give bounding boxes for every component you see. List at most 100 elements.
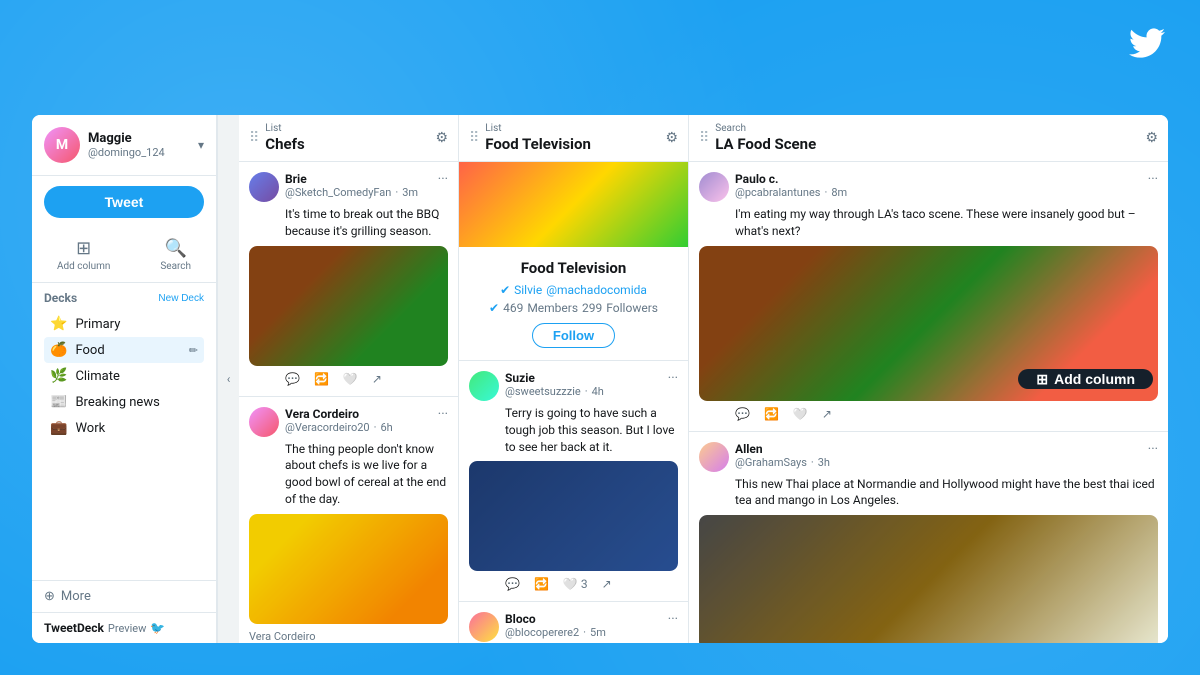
new-deck-button[interactable]: New Deck <box>158 293 204 304</box>
tweet-allen-image <box>699 515 1158 643</box>
tweet-allen: Allen @GrahamSays · 3h ··· This new Thai… <box>689 432 1168 643</box>
tweet-paulo-name: Paulo c. <box>735 172 847 186</box>
tweet-brie-timestamp: 3m <box>402 186 418 199</box>
chevron-down-icon[interactable]: ▾ <box>198 138 204 152</box>
deck-item-climate[interactable]: 🌿 Climate <box>44 363 204 389</box>
sidebar: M Maggie @domingo_124 ▾ Tweet ⊞ Add colu… <box>32 115 217 643</box>
add-column-icon: ⊞ <box>76 238 91 259</box>
tweet-brie-name: Brie <box>285 172 418 186</box>
food-icon: 🍊 <box>50 342 67 358</box>
tweet-button[interactable]: Tweet <box>44 186 204 218</box>
tweet-vera-attribution: Vera Cordeiro <box>249 630 448 643</box>
search-nav-item[interactable]: 🔍 Search <box>152 234 199 276</box>
drag-handle-icon[interactable]: ⠿ <box>249 130 259 146</box>
tweet-bloco-header: Bloco @blocoperere2 · 5m ··· <box>469 612 678 642</box>
tweetdeck-bird-icon: 🐦 <box>150 621 165 635</box>
reply-action[interactable]: 💬 <box>285 372 300 386</box>
tweet-suzie-timestamp: 4h <box>592 385 604 398</box>
retweet-action-paulo[interactable]: 🔁 <box>764 407 779 421</box>
column-chefs: ⠿ List Chefs ⚙ Brie <box>239 115 459 643</box>
tweet-vera-header: Vera Cordeiro @Veracordeiro20 · 6h ··· <box>249 407 448 437</box>
reply-action-suzie[interactable]: 💬 <box>505 577 520 591</box>
tweetdeck-preview: Preview <box>108 622 146 635</box>
like-action-paulo[interactable]: 🤍 <box>793 407 808 421</box>
column-food-television: ⠿ List Food Television ⚙ Food Television… <box>459 115 689 643</box>
share-action-paulo[interactable]: ↗ <box>822 407 832 421</box>
tweetdeck-footer: TweetDeck Preview 🐦 <box>32 612 216 643</box>
members-count: 469 <box>503 301 523 315</box>
tweet-suzie-text: Terry is going to have such a tough job … <box>469 405 678 455</box>
decks-label: Decks <box>44 291 77 305</box>
tweet-allen-more-icon[interactable]: ··· <box>1148 442 1158 457</box>
add-column-button[interactable]: ⊞ Add column <box>1018 369 1153 389</box>
column-chefs-header-left: ⠿ List Chefs <box>249 123 305 153</box>
avatar-vera <box>249 407 279 437</box>
decks-section: Decks New Deck ⭐ Primary 🍊 Food ✏ 🌿 Clim… <box>32 283 216 580</box>
tweet-suzie-image <box>469 461 678 571</box>
tweet-suzie-more-icon[interactable]: ··· <box>668 371 678 386</box>
deck-item-food[interactable]: 🍊 Food ✏ <box>44 337 204 363</box>
tweet-vera-handle: @Veracordeiro20 <box>285 421 370 434</box>
tweet-bloco-more-icon[interactable]: ··· <box>668 612 678 627</box>
add-column-nav-item[interactable]: ⊞ Add column <box>49 234 118 276</box>
tweet-vera-text: The thing people don't know about chefs … <box>249 441 448 508</box>
drag-handle-food-tv-icon[interactable]: ⠿ <box>469 130 479 146</box>
like-action[interactable]: 🤍 <box>343 372 358 386</box>
column-la-header: ⠿ Search LA Food Scene ⚙ <box>689 115 1168 162</box>
work-icon: 💼 <box>50 420 67 436</box>
like-action-suzie[interactable]: 🤍 3 <box>563 577 588 591</box>
column-type-search: Search <box>715 123 816 134</box>
user-profile-area[interactable]: M Maggie @domingo_124 <box>44 127 165 163</box>
more-section[interactable]: ⊕ More <box>32 580 216 612</box>
tweet-brie-more-icon[interactable]: ··· <box>438 172 448 187</box>
add-column-btn-label: Add column <box>1054 371 1135 387</box>
share-action[interactable]: ↗ <box>372 372 382 386</box>
column-food-tv-content: Suzie @sweetsuzzzie · 4h ··· Terry is go… <box>459 361 688 643</box>
tweet-brie-image <box>249 246 448 366</box>
column-settings-la-icon[interactable]: ⚙ <box>1145 130 1158 146</box>
tweet-paulo-header: Paulo c. @pcabralantunes · 8m ··· <box>699 172 1158 202</box>
tweet-allen-timestamp: 3h <box>818 456 830 469</box>
tweet-vera-more-icon[interactable]: ··· <box>438 407 448 422</box>
tweet-vera-image <box>249 514 448 624</box>
column-la-header-left: ⠿ Search LA Food Scene <box>699 123 816 153</box>
follow-button[interactable]: Follow <box>532 323 615 348</box>
column-food-tv-header-left: ⠿ List Food Television <box>469 123 591 153</box>
deck-item-work[interactable]: 💼 Work <box>44 415 204 441</box>
deck-label-food: Food <box>75 343 104 358</box>
tweet-paulo: Paulo c. @pcabralantunes · 8m ··· I'm ea… <box>689 162 1168 432</box>
tweet-paulo-more-icon[interactable]: ··· <box>1148 172 1158 187</box>
star-icon: ⭐ <box>50 316 67 332</box>
tweet-brie-header: Brie @Sketch_ComedyFan · 3m ··· <box>249 172 448 202</box>
column-settings-food-tv-icon[interactable]: ⚙ <box>665 130 678 146</box>
retweet-action-suzie[interactable]: 🔁 <box>534 577 549 591</box>
column-chefs-content: Brie @Sketch_ComedyFan · 3m ··· It's tim… <box>239 162 458 643</box>
food-tv-header-image <box>459 162 688 247</box>
list-popup-stats: ✔ 469 Members 299 Followers <box>471 301 676 315</box>
share-action-suzie[interactable]: ↗ <box>602 577 612 591</box>
followers-label: Followers <box>606 301 658 315</box>
twitter-logo <box>1129 25 1165 70</box>
deck-item-breaking-news[interactable]: 📰 Breaking news <box>44 389 204 415</box>
column-settings-icon[interactable]: ⚙ <box>435 130 448 146</box>
list-owner-handle: @machadocomida <box>546 283 647 297</box>
list-popup-name: Food Television <box>471 259 676 277</box>
tweet-allen-user: Allen @GrahamSays · 3h <box>699 442 830 472</box>
tweet-paulo-timestamp: 8m <box>831 186 847 199</box>
sidebar-collapse-button[interactable]: ‹ <box>217 115 239 643</box>
deck-label-breaking-news: Breaking news <box>75 395 159 410</box>
drag-handle-la-icon[interactable]: ⠿ <box>699 130 709 146</box>
tweet-allen-name: Allen <box>735 442 830 456</box>
tweet-paulo-handle: @pcabralantunes <box>735 186 820 199</box>
tweet-allen-handle: @GrahamSays <box>735 456 807 469</box>
avatar: M <box>44 127 80 163</box>
reply-action-paulo[interactable]: 💬 <box>735 407 750 421</box>
tweet-brie-actions: 💬 🔁 🤍 ↗ <box>249 372 448 386</box>
column-chefs-title-area: List Chefs <box>265 123 304 153</box>
retweet-action[interactable]: 🔁 <box>314 372 329 386</box>
deck-item-primary[interactable]: ⭐ Primary <box>44 311 204 337</box>
tweet-suzie-actions: 💬 🔁 🤍 3 ↗ <box>469 577 678 591</box>
column-type-list: List <box>265 123 304 134</box>
breaking-news-icon: 📰 <box>50 394 67 410</box>
tweet-vera-user: Vera Cordeiro @Veracordeiro20 · 6h <box>249 407 393 437</box>
